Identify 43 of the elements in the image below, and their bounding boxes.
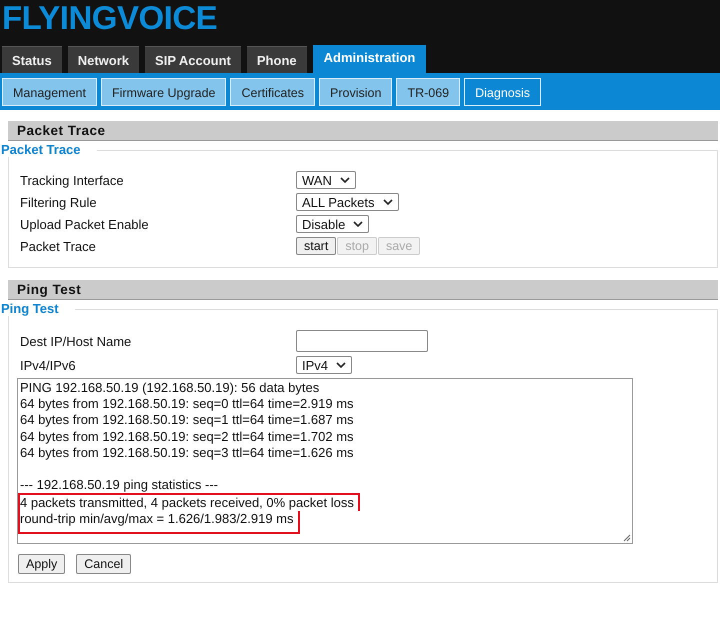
chevron-down-icon	[382, 199, 393, 205]
sub-tab[interactable]: Diagnosis	[464, 78, 542, 106]
select-field[interactable]: Disable	[296, 215, 370, 233]
sub-tab[interactable]: Firmware Upgrade	[100, 78, 226, 106]
select-field[interactable]: IPv4	[296, 356, 352, 374]
output-line: 4 packets transmitted, 4 packets received, 0% packet loss	[18, 493, 360, 512]
nav-tab[interactable]: Phone	[246, 46, 307, 73]
nav-tab[interactable]: SIP Account	[145, 46, 241, 73]
output-line: PING 192.168.50.19 (192.168.50.19): 56 data bytes	[20, 380, 320, 396]
select-field[interactable]: ALL Packets	[296, 193, 399, 211]
form-button[interactable]: Apply	[18, 554, 66, 574]
nav-tab[interactable]: Status	[2, 46, 62, 73]
field-label: Packet Trace	[20, 238, 97, 254]
section-header: Ping Test	[8, 280, 718, 300]
output-line: 64 bytes from 192.168.50.19: seq=3 ttl=64 time=1.626 ms	[20, 444, 354, 462]
fieldset-legend: Ping Test	[1, 301, 75, 316]
form-button[interactable]: Cancel	[76, 554, 132, 574]
logo: FLYINGVOICE	[1, 0, 218, 36]
section-header: Packet Trace	[8, 121, 718, 141]
output-line: --- 192.168.50.19 ping statistics ---	[20, 477, 218, 494]
field-label: IPv4/IPv6	[20, 358, 77, 372]
chevron-down-icon	[353, 221, 364, 227]
select-field[interactable]: WAN	[296, 171, 356, 189]
fieldset-legend: Packet Trace	[1, 142, 97, 157]
output-line: 64 bytes from 192.168.50.19: seq=2 ttl=64 time=1.702 ms	[20, 428, 354, 445]
field-label: Tracking Interface	[20, 172, 125, 188]
output-line: round-trip min/avg/max = 1.626/1.983/2.919 ms	[18, 511, 300, 534]
sub-tab[interactable]: TR-069	[396, 78, 460, 106]
nav-tab[interactable]: Administration	[312, 45, 426, 73]
input-field[interactable]	[296, 330, 428, 352]
chevron-down-icon	[340, 177, 350, 183]
sub-tab[interactable]: Certificates	[230, 78, 316, 106]
resize-grip-icon[interactable]	[621, 532, 631, 542]
sub-tab[interactable]: Provision	[319, 78, 392, 106]
sub-tab[interactable]: Management	[2, 78, 97, 106]
field-label: Filtering Rule	[20, 194, 98, 210]
output-line: 64 bytes from 192.168.50.19: seq=0 ttl=64 time=2.919 ms	[20, 396, 354, 412]
trace-button[interactable]: start	[296, 237, 336, 255]
field-label: Upload Packet Enable	[20, 216, 150, 232]
output-line: 64 bytes from 192.168.50.19: seq=1 ttl=64 time=1.687 ms	[20, 412, 354, 429]
nav-tab[interactable]: Network	[68, 46, 140, 73]
chevron-down-icon	[336, 362, 346, 368]
field-label: Dest IP/Host Name	[20, 334, 132, 348]
